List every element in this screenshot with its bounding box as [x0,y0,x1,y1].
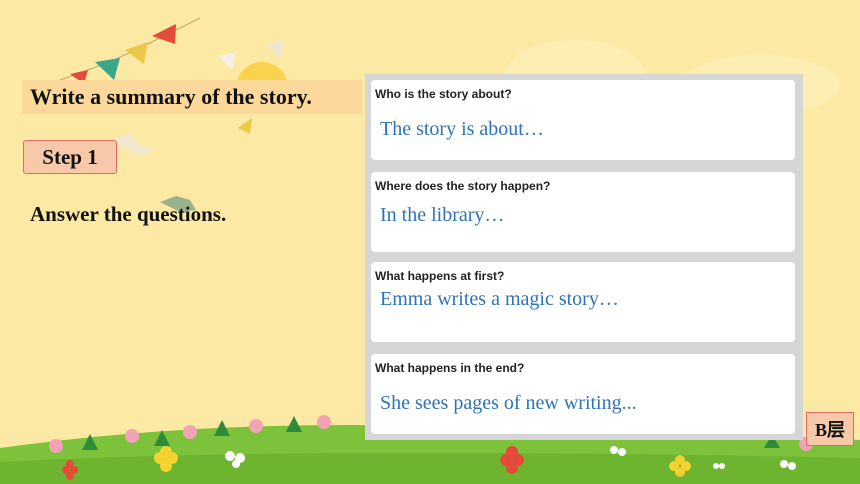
answer-text: In the library… [380,204,505,226]
tree-icon [317,415,331,429]
step-badge: Step 1 [23,140,117,174]
question-text: Who is the story about? [375,87,512,101]
title-banner: Write a summary of the story. [22,80,362,114]
grass-hill [0,452,860,484]
answer-text: She sees pages of new writing... [380,392,637,414]
tree-icon [125,429,139,443]
tree-icon [286,416,302,432]
tree-icon [183,425,197,439]
flag-icon [268,40,285,60]
question-card: What happens in the end? She sees pages … [371,354,795,434]
level-badge: B层 [806,412,854,446]
question-card: Where does the story happen? In the libr… [371,172,795,252]
question-text: What happens in the end? [375,361,525,375]
tree-icon [49,439,63,453]
answer-text: The story is about… [380,118,544,140]
flag-icon [238,118,252,134]
question-card: Who is the story about? The story is abo… [371,80,795,160]
slide-title: Write a summary of the story. [30,84,312,109]
bird-icon [112,132,155,156]
question-panel: Who is the story about? The story is abo… [365,74,803,440]
flag-icon [218,52,236,70]
level-label: B层 [814,420,845,440]
question-text: What happens at first? [375,269,505,283]
tree-icon [249,419,263,433]
answer-text: Emma writes a magic story… [380,288,619,310]
step-label: Step 1 [42,144,98,169]
question-card: What happens at first? Emma writes a mag… [371,262,795,342]
question-text: Where does the story happen? [375,179,551,193]
instruction-text: Answer the questions. [30,202,227,226]
flag-icon [152,24,176,44]
flag-icon [95,58,120,80]
